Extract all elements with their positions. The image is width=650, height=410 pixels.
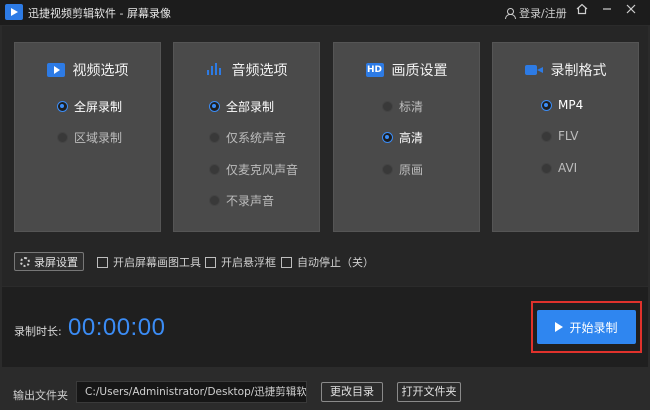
checkbox-icon <box>205 256 216 268</box>
screen-settings-button[interactable]: 录屏设置 <box>14 252 84 271</box>
user-icon <box>505 7 516 19</box>
radio-icon <box>382 132 393 143</box>
option-hd[interactable]: 高清 <box>382 129 423 146</box>
record-timer: 00:00:00 <box>68 314 166 341</box>
window-title: 迅捷视频剪辑软件 - 屏幕录像 <box>28 7 171 20</box>
option-fullscreen[interactable]: 全屏录制 <box>57 98 122 115</box>
radio-icon <box>57 132 68 143</box>
radio-icon <box>541 99 552 111</box>
option-sd[interactable]: 标清 <box>382 98 423 115</box>
radio-icon <box>209 195 220 206</box>
option-mp4[interactable]: MP4 <box>541 98 583 112</box>
close-icon[interactable] <box>622 3 640 21</box>
gear-icon <box>20 256 30 267</box>
record-format-title: 录制格式 <box>550 63 607 79</box>
video-options-title: 视频选项 <box>72 63 129 79</box>
app-logo-icon <box>5 4 23 20</box>
play-icon <box>555 322 564 332</box>
duration-label: 录制时长: <box>14 325 62 338</box>
option-record-all[interactable]: 全部录制 <box>209 98 274 115</box>
radio-icon <box>541 162 552 174</box>
output-path-field[interactable]: C:/Users/Administrator/Desktop/迅捷剪辑软件 <box>76 381 307 403</box>
login-label: 登录/注册 <box>519 7 567 20</box>
quality-settings-title: 画质设置 <box>391 63 448 79</box>
login-link[interactable]: 登录/注册 <box>505 5 567 21</box>
option-region[interactable]: 区域录制 <box>57 129 122 146</box>
radio-icon <box>209 164 220 175</box>
radio-icon <box>382 164 393 175</box>
options-panel: 视频选项 全屏录制 区域录制 音频选项 全部录制 仅系统声音 仅麦克风声音 不录… <box>2 26 648 286</box>
change-dir-button[interactable]: 更改目录 <box>321 382 383 402</box>
quality-settings-card: HD 画质设置 标清 高清 原画 <box>333 42 480 232</box>
checkbox-icon <box>281 256 292 268</box>
checkbox-icon <box>97 256 108 268</box>
video-play-icon <box>46 63 65 77</box>
checkbox-float-window[interactable]: 开启悬浮框 <box>205 254 276 270</box>
radio-icon <box>209 132 220 143</box>
option-flv[interactable]: FLV <box>541 129 578 143</box>
open-folder-button[interactable]: 打开文件夹 <box>397 382 461 402</box>
option-no-sound[interactable]: 不录声音 <box>209 192 274 209</box>
minimize-icon[interactable] <box>598 3 616 21</box>
hd-icon: HD <box>365 63 384 77</box>
video-options-card: 视频选项 全屏录制 区域录制 <box>14 42 161 232</box>
option-avi[interactable]: AVI <box>541 161 577 175</box>
radio-icon <box>209 101 220 112</box>
option-original[interactable]: 原画 <box>382 161 423 178</box>
option-system-sound[interactable]: 仅系统声音 <box>209 129 286 146</box>
record-area: 录制时长: 00:00:00 开始录制 <box>2 287 648 367</box>
audio-options-title: 音频选项 <box>231 63 288 79</box>
checkbox-auto-stop[interactable]: 自动停止（关） <box>281 254 374 270</box>
option-mic-sound[interactable]: 仅麦克风声音 <box>209 161 298 178</box>
radio-icon <box>382 101 393 112</box>
audio-options-card: 音频选项 全部录制 仅系统声音 仅麦克风声音 不录声音 <box>173 42 320 232</box>
title-bar: 迅捷视频剪辑软件 - 屏幕录像 登录/注册 <box>0 0 650 25</box>
start-record-button[interactable]: 开始录制 <box>537 310 636 344</box>
radio-icon <box>57 101 68 112</box>
home-icon[interactable] <box>573 3 591 21</box>
radio-icon <box>541 130 552 142</box>
checkbox-draw-tool[interactable]: 开启屏幕画图工具 <box>97 254 201 270</box>
audio-wave-icon <box>206 63 224 77</box>
camera-icon <box>524 63 543 77</box>
start-button-highlight: 开始录制 <box>531 301 642 353</box>
output-folder-label: 输出文件夹 <box>13 389 68 402</box>
record-format-card: 录制格式 MP4 FLV AVI <box>492 42 639 232</box>
